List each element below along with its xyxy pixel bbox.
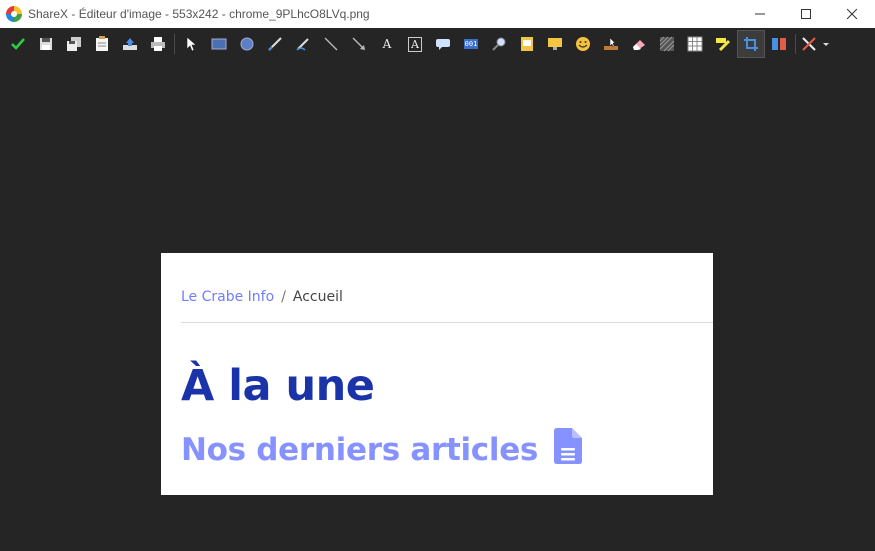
pixelate-icon bbox=[687, 36, 703, 52]
copy-button[interactable] bbox=[88, 30, 116, 58]
line-tool-button[interactable] bbox=[317, 30, 345, 58]
highlight-tool-button[interactable] bbox=[709, 30, 737, 58]
highlight-icon bbox=[716, 38, 731, 52]
sticker-tool-button[interactable] bbox=[569, 30, 597, 58]
text-outline-tool-button[interactable]: A bbox=[373, 30, 401, 58]
magnify-icon bbox=[492, 37, 506, 51]
upload-button[interactable] bbox=[116, 30, 144, 58]
image-canvas[interactable]: Le Crabe Info / Accueil À la une Nos derni… bbox=[161, 253, 713, 495]
maximize-icon bbox=[801, 9, 811, 19]
image-file-icon bbox=[521, 37, 533, 51]
cursor-tool-button[interactable] bbox=[597, 30, 625, 58]
line-icon bbox=[324, 37, 338, 51]
select-icon bbox=[186, 36, 197, 52]
minimize-icon bbox=[755, 13, 765, 15]
window-title: ShareX - Éditeur d'image - 553x242 - chr… bbox=[28, 7, 370, 21]
magnify-tool-button[interactable] bbox=[485, 30, 513, 58]
save-as-icon bbox=[67, 37, 81, 51]
cursor-icon bbox=[604, 37, 618, 50]
blur-tool-button[interactable] bbox=[653, 30, 681, 58]
breadcrumb: Le Crabe Info / Accueil bbox=[181, 289, 343, 305]
page-title: À la une bbox=[181, 361, 375, 411]
speech-balloon-icon bbox=[436, 39, 450, 50]
arrow-icon bbox=[352, 37, 365, 50]
arrow-tool-button[interactable] bbox=[345, 30, 373, 58]
tools-menu-button[interactable] bbox=[798, 30, 834, 58]
cut-out-icon bbox=[772, 38, 786, 50]
smart-eraser-icon bbox=[296, 38, 309, 51]
save-as-button[interactable] bbox=[60, 30, 88, 58]
tools-menu-icon bbox=[802, 37, 829, 51]
breadcrumb-current: Accueil bbox=[292, 289, 343, 305]
window-controls bbox=[737, 0, 875, 28]
crop-icon bbox=[744, 37, 758, 51]
eraser-tool-button[interactable] bbox=[625, 30, 653, 58]
breadcrumb-home-link[interactable]: Le Crabe Info bbox=[181, 289, 274, 305]
freehand-tool-button[interactable] bbox=[261, 30, 289, 58]
section-subtitle-text: Nos derniers articles bbox=[181, 432, 539, 468]
step-tool-button[interactable]: 001 bbox=[457, 30, 485, 58]
crop-tool-button[interactable] bbox=[737, 30, 765, 58]
title-bar: ShareX - Éditeur d'image - 553x242 - chr… bbox=[0, 0, 875, 28]
step-icon: 001 bbox=[463, 39, 479, 49]
upload-icon bbox=[123, 38, 137, 50]
rectangle-icon bbox=[211, 38, 227, 50]
save-button[interactable] bbox=[32, 30, 60, 58]
image-file-tool-button[interactable] bbox=[513, 30, 541, 58]
copy-icon bbox=[96, 36, 108, 51]
close-icon bbox=[847, 9, 857, 19]
toolbar-separator bbox=[795, 34, 796, 54]
confirm-button[interactable] bbox=[4, 30, 32, 58]
select-tool-button[interactable] bbox=[177, 30, 205, 58]
ellipse-tool-button[interactable] bbox=[233, 30, 261, 58]
maximize-button[interactable] bbox=[783, 0, 829, 28]
eraser-icon bbox=[633, 40, 645, 50]
section-subtitle: Nos derniers articles bbox=[181, 428, 583, 472]
minimize-button[interactable] bbox=[737, 0, 783, 28]
breadcrumb-separator: / bbox=[281, 289, 286, 305]
rectangle-tool-button[interactable] bbox=[205, 30, 233, 58]
text-background-tool-button[interactable]: A bbox=[401, 30, 429, 58]
text-background-icon: A bbox=[408, 36, 422, 52]
blur-icon bbox=[659, 36, 675, 52]
speech-balloon-tool-button[interactable] bbox=[429, 30, 457, 58]
close-button[interactable] bbox=[829, 0, 875, 28]
sharex-icon bbox=[6, 6, 22, 22]
image-screen-tool-button[interactable] bbox=[541, 30, 569, 58]
print-button[interactable] bbox=[144, 30, 172, 58]
text-outline-icon: A bbox=[382, 37, 392, 51]
editor-toolbar: A A 001 bbox=[0, 28, 875, 60]
toolbar-separator bbox=[174, 34, 175, 54]
ellipse-icon bbox=[240, 37, 254, 51]
print-icon bbox=[151, 37, 165, 51]
confirm-icon bbox=[11, 38, 25, 50]
save-icon bbox=[40, 38, 52, 50]
sticker-icon bbox=[576, 37, 590, 51]
smart-eraser-tool-button[interactable] bbox=[289, 30, 317, 58]
image-screen-icon bbox=[548, 38, 562, 50]
freehand-icon bbox=[268, 37, 282, 51]
cut-out-tool-button[interactable] bbox=[765, 30, 793, 58]
pixelate-tool-button[interactable] bbox=[681, 30, 709, 58]
divider bbox=[181, 322, 713, 323]
file-text-icon bbox=[554, 428, 583, 472]
